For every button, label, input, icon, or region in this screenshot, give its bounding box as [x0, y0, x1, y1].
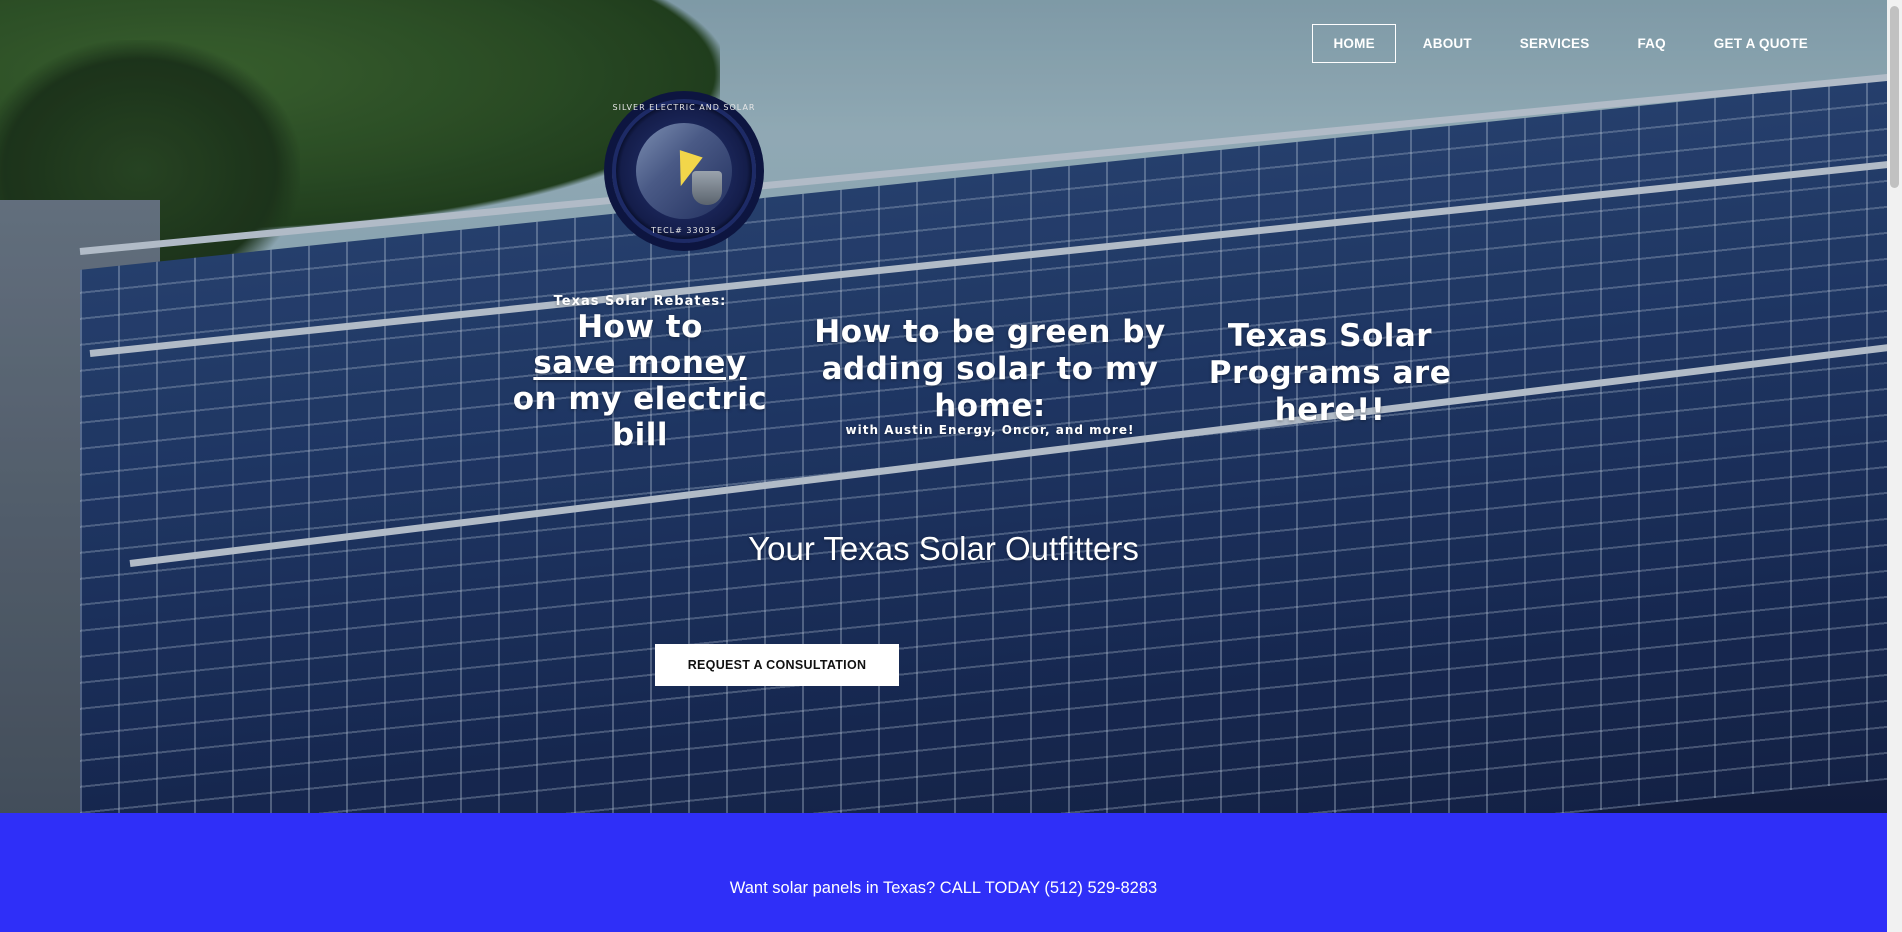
shield-icon [692, 171, 722, 205]
headline-block-rebates: Texas Solar Rebates: How to save money o… [500, 294, 780, 453]
headline-line: Texas Solar [1227, 318, 1433, 354]
headline-line: on my electric [512, 381, 768, 417]
nav-get-a-quote[interactable]: GET A QUOTE [1693, 24, 1829, 63]
main-nav: HOME ABOUT SERVICES FAQ GET A QUOTE [1312, 24, 1829, 63]
nav-faq[interactable]: FAQ [1616, 24, 1686, 63]
headline-line: How to be green by [814, 314, 1166, 350]
nav-about[interactable]: ABOUT [1402, 24, 1493, 63]
page-scrollbar[interactable] [1887, 0, 1902, 932]
logo-top-text: SILVER ELECTRIC AND SOLAR [612, 103, 756, 112]
headline-line: Programs are [1208, 355, 1452, 391]
headline-line: adding solar to my [821, 351, 1159, 387]
headline-block-green: How to be green by adding solar to my ho… [800, 314, 1180, 437]
headline-line: bill [611, 417, 669, 453]
nav-services[interactable]: SERVICES [1499, 24, 1611, 63]
nav-home[interactable]: HOME [1312, 24, 1396, 63]
logo-bottom-text: TECL# 33035 [651, 226, 717, 235]
call-to-action-band: Want solar panels in Texas? CALL TODAY (… [0, 813, 1887, 932]
headline-kicker: Texas Solar Rebates: [553, 294, 727, 309]
headline-line: How to [577, 309, 703, 345]
headline-line: here!! [1274, 392, 1386, 428]
hero-section: HOME ABOUT SERVICES FAQ GET A QUOTE SILV… [0, 0, 1887, 813]
hero-tagline: Your Texas Solar Outfitters [748, 530, 1139, 567]
scrollbar-thumb[interactable] [1890, 6, 1899, 188]
band-phone-text: Want solar panels in Texas? CALL TODAY (… [729, 879, 1158, 897]
company-logo[interactable]: SILVER ELECTRIC AND SOLAR TECL# 33035 [612, 99, 756, 243]
headline-line-underlined: save money [533, 345, 747, 381]
headline-line: home: [934, 388, 1046, 424]
request-consultation-button[interactable]: REQUEST A CONSULTATION [655, 644, 899, 686]
headline-block-programs: Texas Solar Programs are here!! [1190, 318, 1470, 429]
headline-subtext: with Austin Energy, Oncor, and more! [845, 423, 1135, 437]
logo-emblem [636, 123, 732, 219]
